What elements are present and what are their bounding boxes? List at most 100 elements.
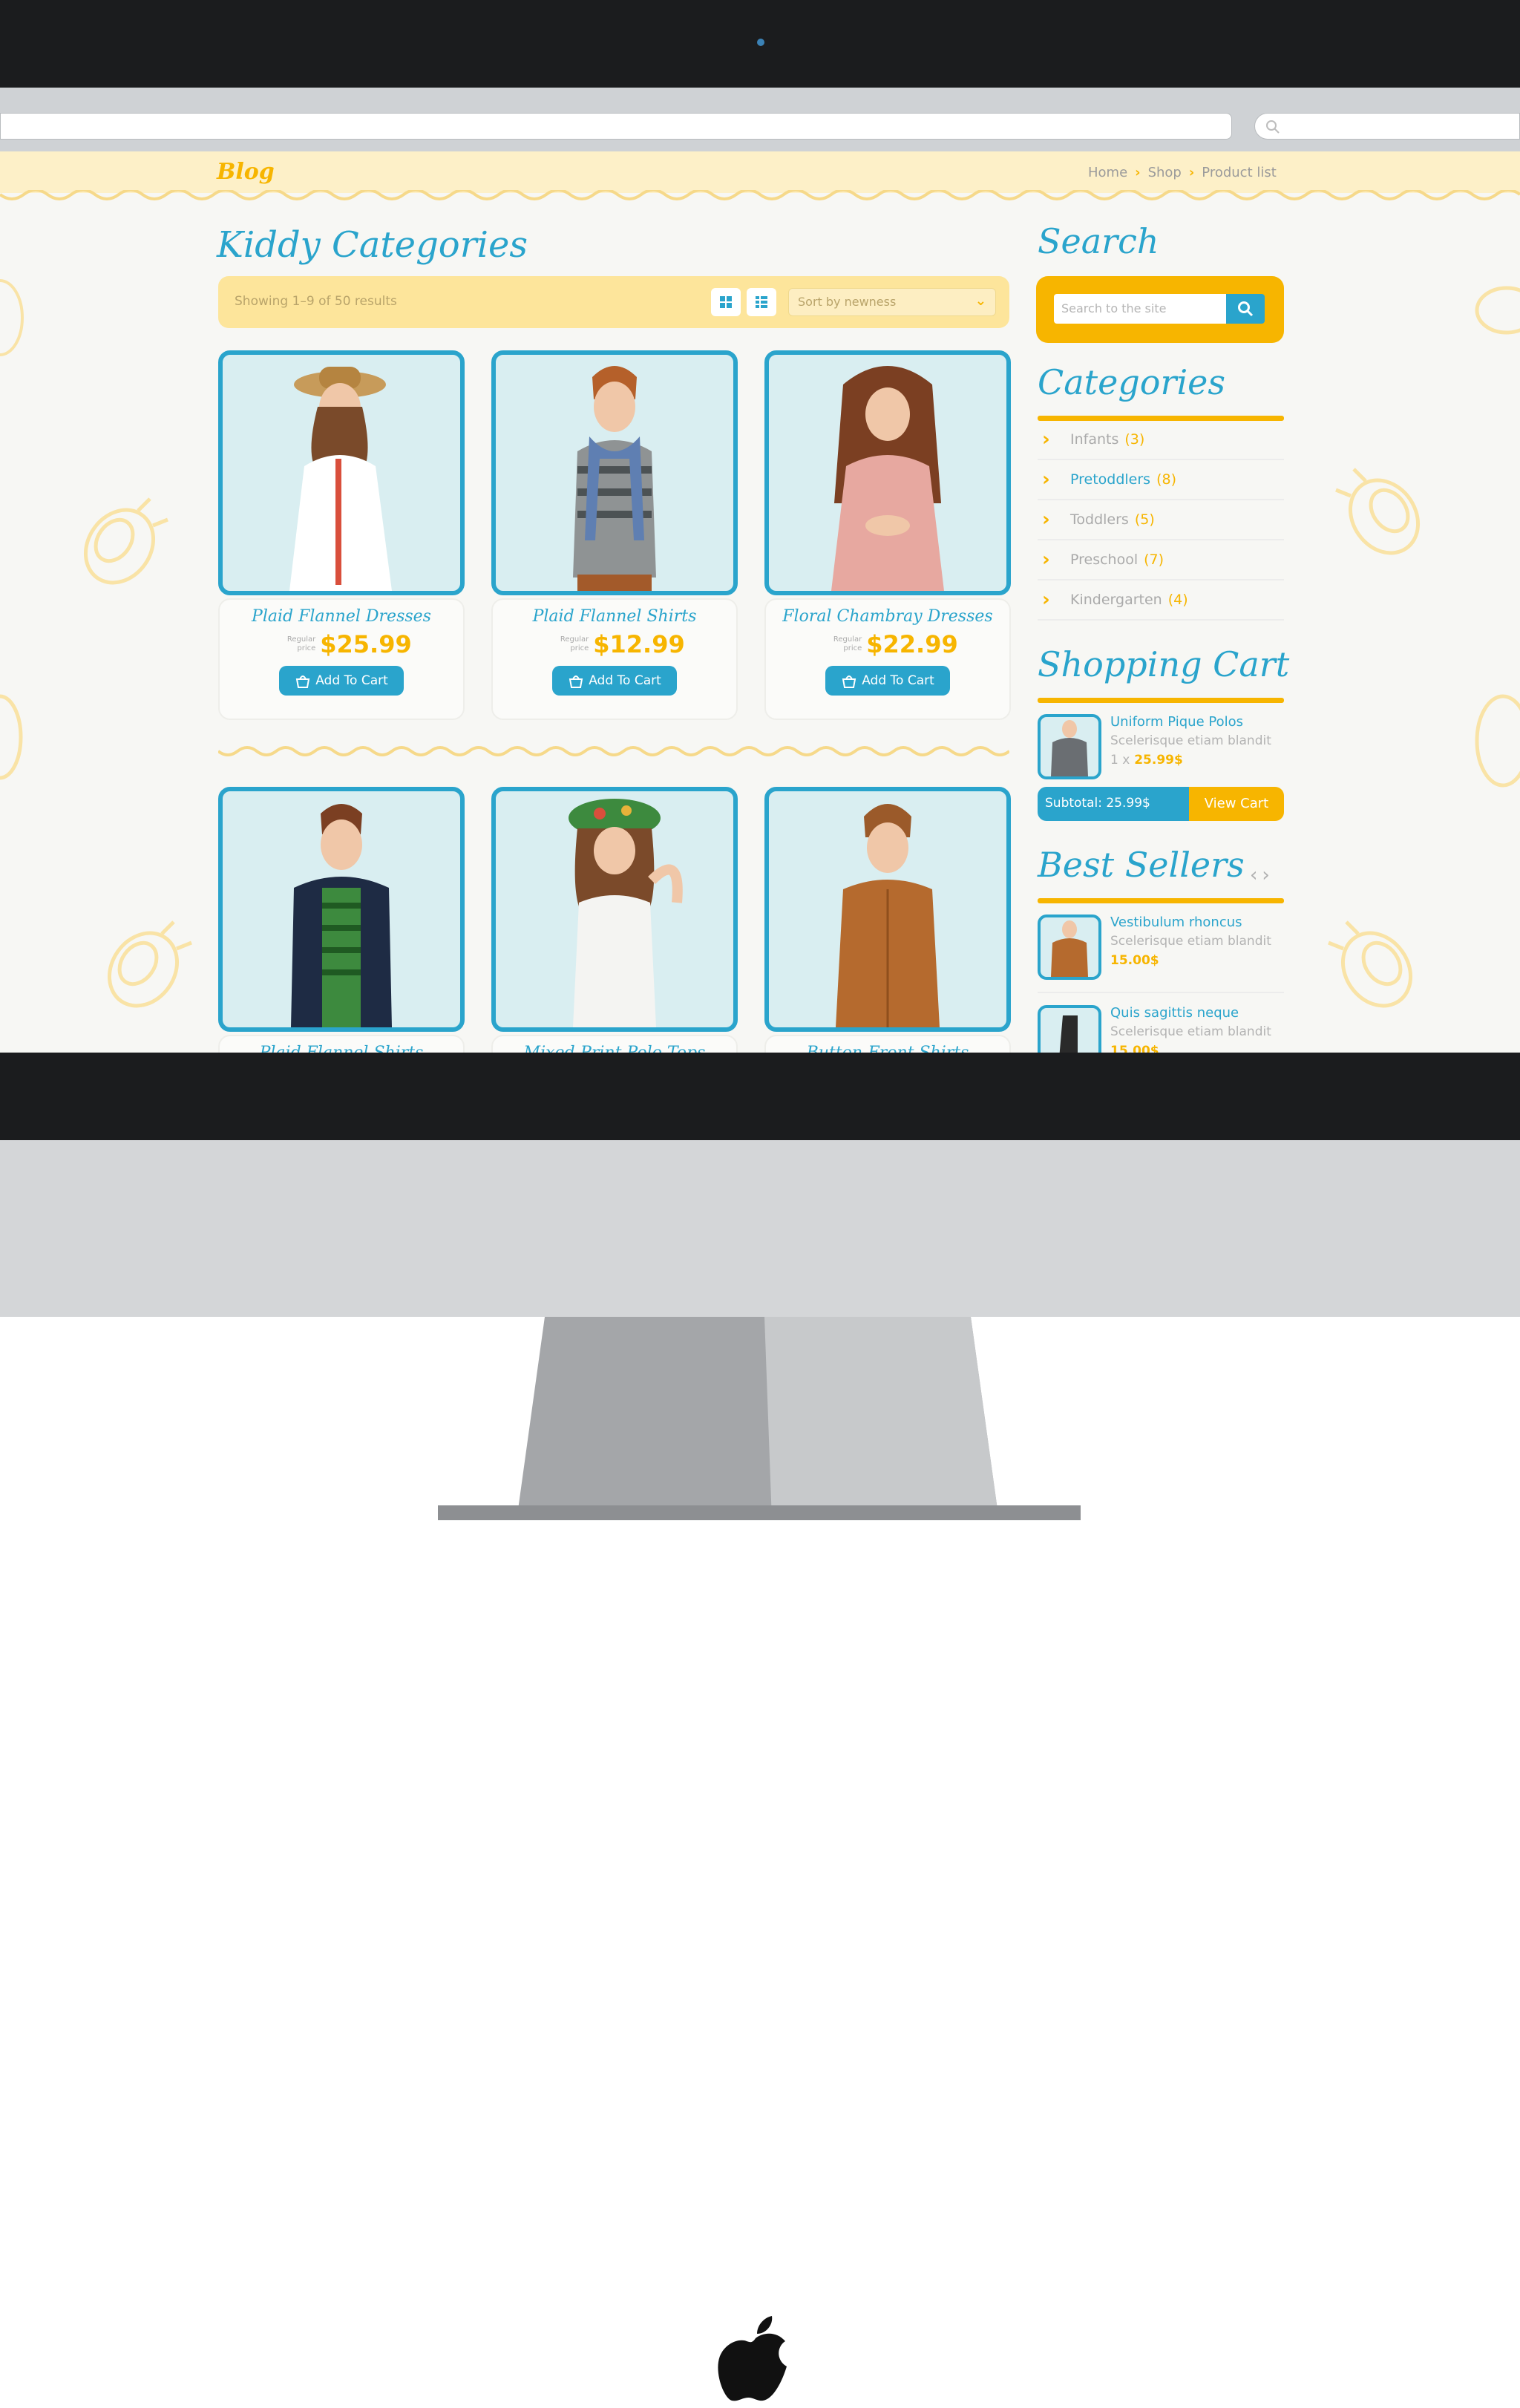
best-seller-name[interactable]: Vestibulum rhoncus <box>1110 915 1242 930</box>
list-view-button[interactable] <box>747 288 776 316</box>
boot-photo <box>1059 1015 1078 1053</box>
best-seller-thumbnail[interactable] <box>1038 1005 1101 1053</box>
best-seller-item: Quis sagittis neque Scelerisque etiam bl… <box>1038 1005 1284 1053</box>
monitor-top-bezel <box>0 0 1520 88</box>
price-label: Regular price <box>286 635 316 652</box>
search-widget: Search to the site <box>1036 276 1284 343</box>
bee-decoration <box>107 920 192 1008</box>
category-item-preschool[interactable]: › Preschool (7) <box>1038 540 1284 580</box>
search-icon <box>1266 120 1280 134</box>
add-to-cart-button[interactable]: Add To Cart <box>825 666 950 696</box>
results-toolbar: Showing 1–9 of 50 results Sort by newnes… <box>218 276 1009 328</box>
chevron-right-icon: › <box>1042 428 1050 451</box>
best-seller-description: Scelerisque etiam blandit <box>1110 934 1271 949</box>
breadcrumb-product-list: Product list <box>1202 165 1277 180</box>
category-item-kindergarten[interactable]: › Kindergarten (4) <box>1038 580 1284 621</box>
best-seller-item: Vestibulum rhoncus Scelerisque etiam bla… <box>1038 915 1284 983</box>
site-search-input[interactable]: Search to the site <box>1054 294 1226 324</box>
heading-underline <box>1038 698 1284 703</box>
child-photo <box>831 366 944 591</box>
monitor-chin <box>0 1140 1520 2401</box>
product-image[interactable] <box>491 350 738 595</box>
category-label: Pretoddlers <box>1070 471 1151 488</box>
product-image[interactable] <box>218 787 465 1032</box>
chevron-left-icon[interactable]: ‹ <box>1250 864 1262 886</box>
search-heading: Search <box>1038 221 1159 261</box>
category-count: (7) <box>1144 552 1164 568</box>
product-name[interactable]: Plaid Flannel Shirts <box>493 607 736 626</box>
child-photo <box>289 367 392 591</box>
browser-search-field[interactable] <box>1254 113 1520 140</box>
product-info: Plaid Flannel Shirts <box>218 1035 465 1053</box>
list-icon <box>756 296 767 308</box>
product-card: Mixed-Print Polo Tops <box>491 787 738 1053</box>
product-image[interactable] <box>764 350 1011 595</box>
category-item-pretoddlers[interactable]: › Pretoddlers (8) <box>1038 460 1284 500</box>
best-seller-name[interactable]: Quis sagittis neque <box>1110 1005 1239 1021</box>
chevron-right-icon: › <box>1188 165 1195 180</box>
category-list: › Infants (3) › Pretoddlers (8) › Toddle… <box>1038 420 1284 621</box>
product-info: Mixed-Print Polo Tops <box>491 1035 738 1053</box>
basket-icon <box>296 675 310 688</box>
price-row: Regular price $22.99 <box>766 630 1009 658</box>
best-seller-price: 15.00$ <box>1110 953 1159 968</box>
product-name[interactable]: Plaid Flannel Dresses <box>220 607 463 626</box>
category-item-toddlers[interactable]: › Toddlers (5) <box>1038 500 1284 540</box>
sort-select[interactable]: Sort by newness ⌄ <box>788 288 996 316</box>
product-image[interactable] <box>764 787 1011 1032</box>
grid-view-button[interactable] <box>711 288 741 316</box>
product-name[interactable]: Button-Front Shirts <box>766 1044 1009 1053</box>
breadcrumb-home[interactable]: Home <box>1088 165 1127 180</box>
product-name[interactable]: Mixed-Print Polo Tops <box>493 1044 736 1053</box>
chevron-right-icon: › <box>1042 589 1050 611</box>
product-info: Floral Chambray Dresses Regular price $2… <box>764 598 1011 720</box>
cart-item-price: 25.99$ <box>1134 753 1183 768</box>
product-info: Plaid Flannel Shirts Regular price $12.9… <box>491 598 738 720</box>
apple-logo-icon <box>718 2316 787 2401</box>
bee-decoration <box>0 279 24 356</box>
product-name[interactable]: Floral Chambray Dresses <box>766 607 1009 626</box>
heading-underline <box>1038 898 1284 903</box>
monitor-stand <box>0 1317 1520 1520</box>
category-item-infants[interactable]: › Infants (3) <box>1038 420 1284 460</box>
price-label: Regular price <box>833 635 862 652</box>
product-image[interactable] <box>218 350 465 595</box>
bee-decoration <box>1335 468 1421 555</box>
cart-item-name[interactable]: Uniform Pique Polos <box>1110 714 1243 730</box>
child-photo <box>573 366 656 591</box>
search-submit-button[interactable] <box>1226 294 1265 324</box>
basket-icon <box>569 675 583 688</box>
basket-icon <box>842 675 856 688</box>
product-name[interactable]: Plaid Flannel Shirts <box>220 1044 463 1053</box>
page-title: Kiddy Categories <box>217 224 528 266</box>
add-to-cart-label: Add To Cart <box>589 673 661 688</box>
product-image[interactable] <box>491 787 738 1032</box>
camera-dot <box>757 39 764 46</box>
best-seller-thumbnail[interactable] <box>1038 915 1101 980</box>
cart-item: Uniform Pique Polos Scelerisque etiam bl… <box>1038 714 1284 782</box>
product-card: Button-Front Shirts <box>764 787 1011 1053</box>
category-count: (8) <box>1156 471 1177 488</box>
product-info: Plaid Flannel Dresses Regular price $25.… <box>218 598 465 720</box>
view-cart-button[interactable]: View Cart <box>1189 787 1284 821</box>
bee-decoration <box>1475 286 1520 335</box>
header-wave-border <box>0 190 1520 200</box>
cart-item-thumbnail[interactable] <box>1038 714 1101 779</box>
category-label: Preschool <box>1070 552 1139 568</box>
sort-select-value: Sort by newness <box>798 295 897 309</box>
product-price: $22.99 <box>866 630 958 658</box>
add-to-cart-button[interactable]: Add To Cart <box>552 666 677 696</box>
chevron-right-icon[interactable]: › <box>1262 864 1274 886</box>
row-wave-divider <box>218 746 1009 756</box>
breadcrumb-shop[interactable]: Shop <box>1148 165 1182 180</box>
price-row: Regular price $12.99 <box>493 630 736 658</box>
screen: Blog Home › Shop › Product list Kiddy Ca… <box>0 88 1520 1053</box>
product-card: Plaid Flannel Shirts Regular price $12.9… <box>491 350 738 720</box>
add-to-cart-button[interactable]: Add To Cart <box>279 666 404 696</box>
address-bar[interactable] <box>0 113 1232 140</box>
category-count: (3) <box>1124 431 1145 448</box>
results-count: Showing 1–9 of 50 results <box>235 294 397 309</box>
site-logo[interactable]: Blog <box>217 159 275 185</box>
shirt-photo <box>1051 920 1088 977</box>
cart-item-price-line: 1 x 25.99$ <box>1110 753 1183 768</box>
